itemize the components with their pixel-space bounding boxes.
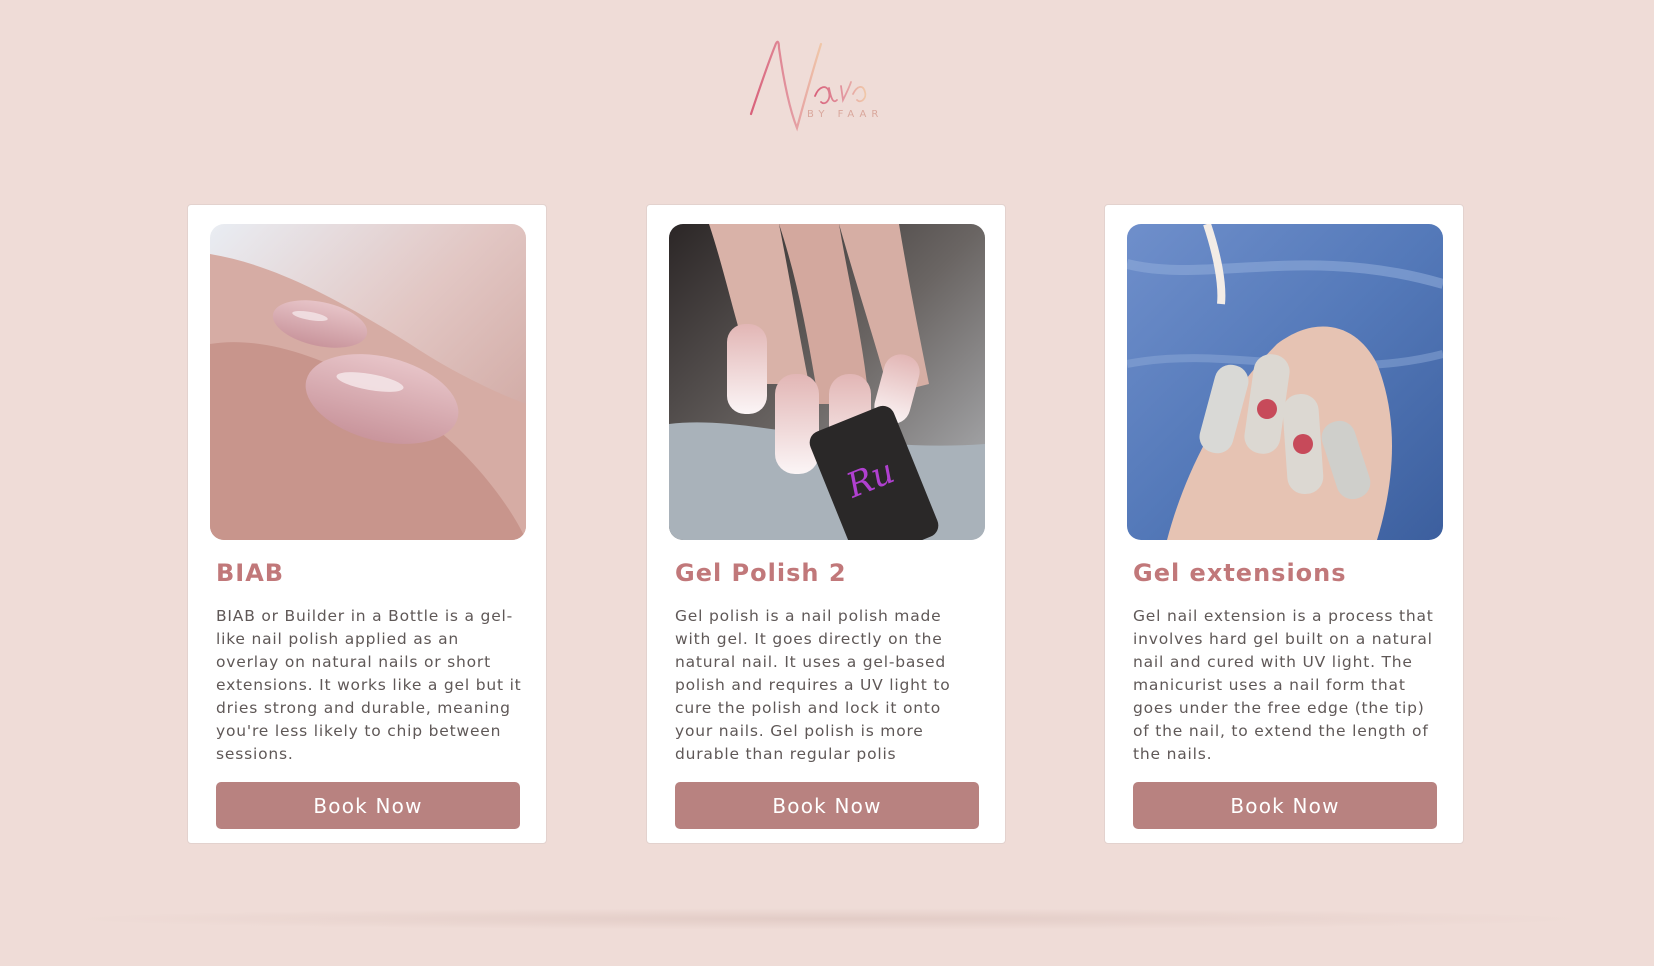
service-card-biab: BIAB BIAB or Builder in a Bottle is a ge… bbox=[187, 204, 547, 844]
card-image-gel-extensions bbox=[1127, 224, 1443, 540]
card-description: Gel polish is a nail polish made with ge… bbox=[675, 607, 951, 763]
service-card-gel-extensions: Gel extensions Gel nail extension is a p… bbox=[1104, 204, 1464, 844]
card-title: BIAB bbox=[216, 559, 285, 587]
logo-script-graphic bbox=[749, 40, 867, 132]
card-title: Gel extensions bbox=[1133, 559, 1347, 587]
card-description: Gel nail extension is a process that inv… bbox=[1133, 607, 1434, 763]
book-now-button[interactable]: Book Now bbox=[1133, 782, 1437, 829]
book-now-button[interactable]: Book Now bbox=[216, 782, 520, 829]
nails-photo-icon: Ru bbox=[669, 224, 985, 540]
card-description: BIAB or Builder in a Bottle is a gel-lik… bbox=[216, 607, 522, 763]
service-card-gel-polish: Ru Gel Polish 2 Gel polish is a nail pol… bbox=[646, 204, 1006, 844]
logo-subtitle: BY FAAR bbox=[807, 109, 884, 120]
brand-logo[interactable]: BY FAAR bbox=[745, 36, 905, 146]
footer-divider bbox=[60, 908, 1594, 930]
nails-photo-icon bbox=[1127, 224, 1443, 540]
card-title: Gel Polish 2 bbox=[675, 559, 847, 587]
card-image-biab bbox=[210, 224, 526, 540]
book-now-button[interactable]: Book Now bbox=[675, 782, 979, 829]
nails-photo-icon bbox=[210, 224, 526, 540]
card-image-gel-polish: Ru bbox=[669, 224, 985, 540]
